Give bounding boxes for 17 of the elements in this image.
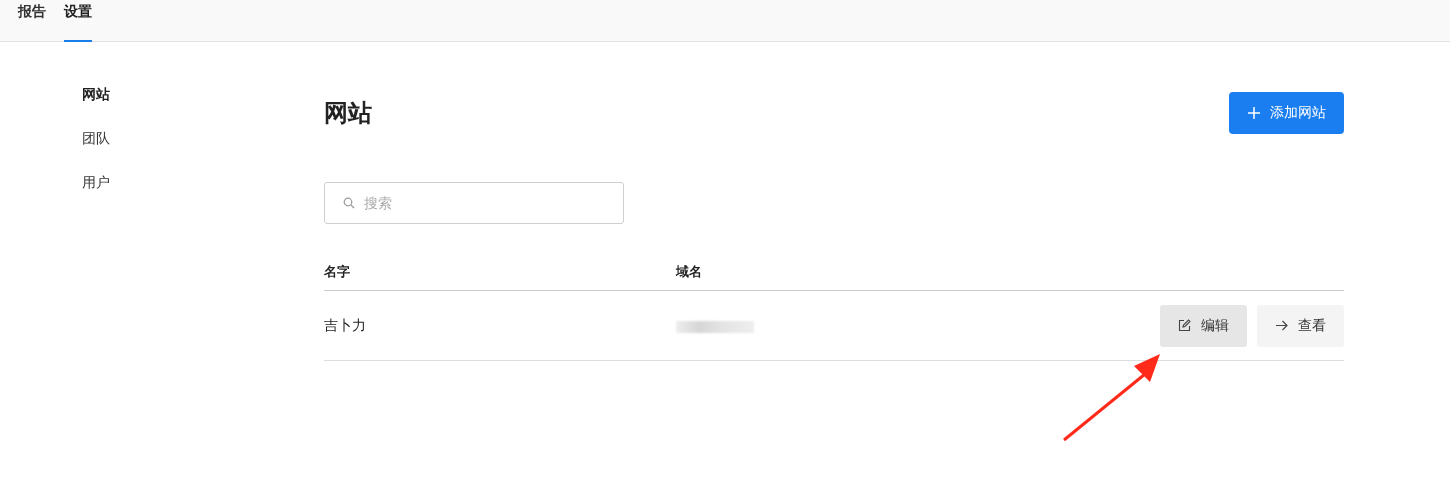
plus-icon — [1247, 106, 1261, 120]
sidebar-item[interactable]: 用户 — [82, 174, 110, 192]
column-header: 域名 — [676, 263, 703, 281]
sidebar-item[interactable]: 网站 — [82, 86, 110, 104]
edit-icon — [1178, 319, 1191, 332]
search-field[interactable]: 搜索 — [324, 182, 624, 224]
page-title: 网站 — [324, 98, 372, 129]
view-button[interactable]: 查看 — [1257, 304, 1344, 347]
table-cell-text: 吉卜力 — [324, 316, 367, 335]
sidebar-item[interactable]: 团队 — [82, 130, 110, 148]
column-header: 名字 — [324, 263, 351, 281]
nav-tab[interactable]: 设置 — [64, 0, 92, 42]
arrow-right-icon — [1275, 319, 1288, 332]
nav-tab[interactable]: 报告 — [18, 0, 46, 42]
edit-button[interactable]: 编辑 — [1160, 304, 1247, 347]
search-icon — [343, 197, 355, 209]
add-website-button[interactable]: 添加网站 — [1229, 92, 1344, 134]
